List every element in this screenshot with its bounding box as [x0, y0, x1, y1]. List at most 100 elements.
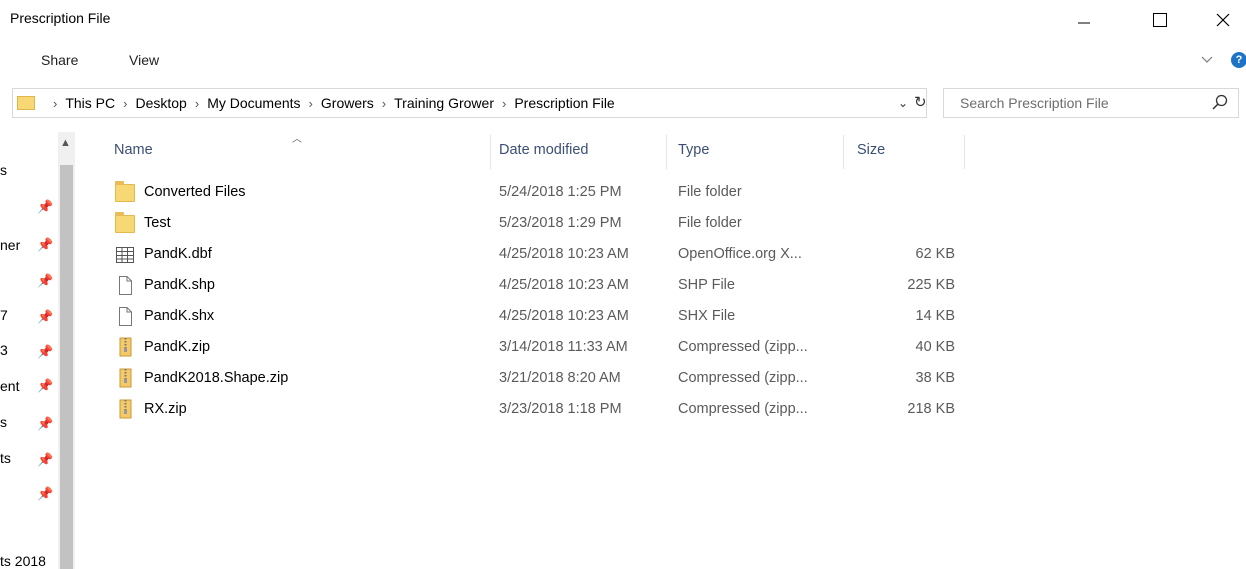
ribbon-expand-button[interactable]	[1201, 52, 1213, 70]
nav-item[interactable]: 3	[0, 342, 8, 358]
nav-item[interactable]: s	[0, 414, 7, 430]
breadcrumb-this-pc[interactable]: This PC	[65, 95, 115, 111]
pin-icon: 📌	[37, 378, 54, 393]
pin-icon: 📌	[37, 344, 54, 359]
address-bar[interactable]: › This PC › Desktop › My Documents › Gro…	[12, 88, 927, 118]
breadcrumb-my-documents[interactable]: My Documents	[207, 95, 300, 111]
file-type: Compressed (zipp...	[678, 339, 808, 355]
maximize-button[interactable]	[1137, 0, 1183, 40]
breadcrumb-separator[interactable]: ›	[195, 96, 199, 111]
breadcrumb-training-grower[interactable]: Training Grower	[394, 95, 494, 111]
file-type: SHX File	[678, 308, 736, 324]
folder-icon	[17, 96, 35, 110]
sort-ascending-icon: ︿	[292, 134, 302, 145]
column-divider[interactable]	[666, 135, 667, 169]
file-name: Test	[144, 215, 171, 231]
file-row[interactable]: PandK2018.Shape.zip 3/21/2018 8:20 AM Co…	[110, 363, 955, 394]
file-date: 5/23/2018 1:29 PM	[499, 215, 622, 231]
file-date: 4/25/2018 10:23 AM	[499, 308, 629, 324]
folder-icon	[115, 212, 135, 233]
file-row[interactable]: PandK.shp 4/25/2018 10:23 AM SHP File 22…	[110, 270, 955, 301]
pin-icon: 📌	[37, 452, 54, 467]
file-name: RX.zip	[144, 401, 187, 417]
file-size: 40 KB	[915, 339, 956, 355]
file-date: 3/14/2018 11:33 AM	[499, 339, 628, 355]
close-icon	[1216, 13, 1230, 27]
tab-share[interactable]: Share	[41, 52, 78, 68]
refresh-icon[interactable]: ↻	[914, 93, 927, 111]
column-header-name[interactable]: Name	[114, 142, 153, 158]
breadcrumb-separator[interactable]: ›	[53, 96, 57, 111]
search-input[interactable]	[958, 89, 1202, 117]
file-name: PandK.dbf	[144, 246, 212, 262]
file-size: 225 KB	[907, 277, 955, 293]
pin-icon: 📌	[37, 486, 54, 501]
nav-item[interactable]: ent	[0, 378, 19, 394]
breadcrumb-prescription-file[interactable]: Prescription File	[514, 95, 614, 111]
file-row[interactable]: Test 5/23/2018 1:29 PM File folder	[110, 208, 955, 239]
minimize-button[interactable]	[1061, 0, 1107, 40]
file-type: Compressed (zipp...	[678, 401, 808, 417]
file-name: PandK.shx	[144, 308, 215, 324]
nav-item[interactable]: 7	[0, 307, 8, 323]
nav-item[interactable]: s	[0, 162, 7, 178]
file-size: 38 KB	[915, 370, 956, 386]
file-name: PandK.shp	[144, 277, 215, 293]
scroll-up-icon[interactable]: ▲	[60, 137, 71, 149]
file-size: 218 KB	[907, 401, 955, 417]
breadcrumb-separator[interactable]: ›	[382, 96, 386, 111]
pin-icon: 📌	[37, 273, 54, 288]
nav-item[interactable]: ner	[0, 237, 20, 253]
pin-icon: 📌	[37, 416, 54, 431]
breadcrumb-separator[interactable]: ›	[502, 96, 506, 111]
breadcrumb-separator[interactable]: ›	[309, 96, 313, 111]
address-dropdown-icon[interactable]: ⌄	[898, 96, 908, 110]
search-box[interactable]	[943, 88, 1239, 118]
pin-icon: 📌	[37, 199, 54, 214]
file-type: Compressed (zipp...	[678, 370, 808, 386]
file-type: OpenOffice.org X...	[678, 246, 802, 262]
file-date: 4/25/2018 10:23 AM	[499, 277, 629, 293]
nav-item[interactable]: ts	[0, 450, 11, 466]
folder-icon	[115, 181, 135, 202]
file-name: PandK.zip	[144, 339, 211, 355]
file-type: SHP File	[678, 277, 735, 293]
tab-view[interactable]: View	[129, 52, 159, 68]
file-row[interactable]: PandK.shx 4/25/2018 10:23 AM SHX File 14…	[110, 301, 955, 332]
file-size: 62 KB	[915, 246, 956, 262]
zip-icon	[115, 368, 135, 388]
search-icon[interactable]	[1212, 94, 1228, 115]
column-divider[interactable]	[964, 135, 965, 169]
minimize-icon	[1078, 22, 1090, 24]
nav-scrollbar-thumb[interactable]	[60, 165, 73, 569]
column-header-type[interactable]: Type	[678, 142, 709, 158]
file-row[interactable]: PandK.dbf 4/25/2018 10:23 AM OpenOffice.…	[110, 239, 955, 270]
nav-item[interactable]: ts 2018	[0, 553, 46, 569]
file-row[interactable]: PandK.zip 3/14/2018 11:33 AM Compressed …	[110, 332, 955, 363]
file-row[interactable]: Converted Files 5/24/2018 1:25 PM File f…	[110, 177, 955, 208]
file-date: 5/24/2018 1:25 PM	[499, 184, 622, 200]
file-icon	[115, 276, 135, 295]
file-type: File folder	[678, 184, 742, 200]
breadcrumb-desktop[interactable]: Desktop	[135, 95, 186, 111]
column-divider[interactable]	[843, 135, 844, 169]
column-header-date-modified[interactable]: Date modified	[499, 142, 588, 158]
breadcrumb-separator[interactable]: ›	[123, 96, 127, 111]
breadcrumb-growers[interactable]: Growers	[321, 95, 374, 111]
column-divider[interactable]	[490, 135, 491, 169]
file-row[interactable]: RX.zip 3/23/2018 1:18 PM Compressed (zip…	[110, 394, 955, 425]
file-name: PandK2018.Shape.zip	[144, 370, 289, 386]
zip-icon	[115, 399, 135, 419]
file-date: 4/25/2018 10:23 AM	[499, 246, 629, 262]
chevron-down-icon	[1201, 56, 1213, 63]
file-name: Converted Files	[144, 184, 246, 200]
file-date: 3/23/2018 1:18 PM	[499, 401, 622, 417]
close-button[interactable]	[1200, 0, 1246, 40]
maximize-icon	[1153, 13, 1167, 27]
window-title: Prescription File	[10, 10, 111, 26]
help-button[interactable]: ?	[1231, 52, 1246, 68]
file-type: File folder	[678, 215, 742, 231]
file-size: 14 KB	[915, 308, 956, 324]
column-header-size[interactable]: Size	[857, 142, 885, 158]
file-icon	[115, 307, 135, 326]
